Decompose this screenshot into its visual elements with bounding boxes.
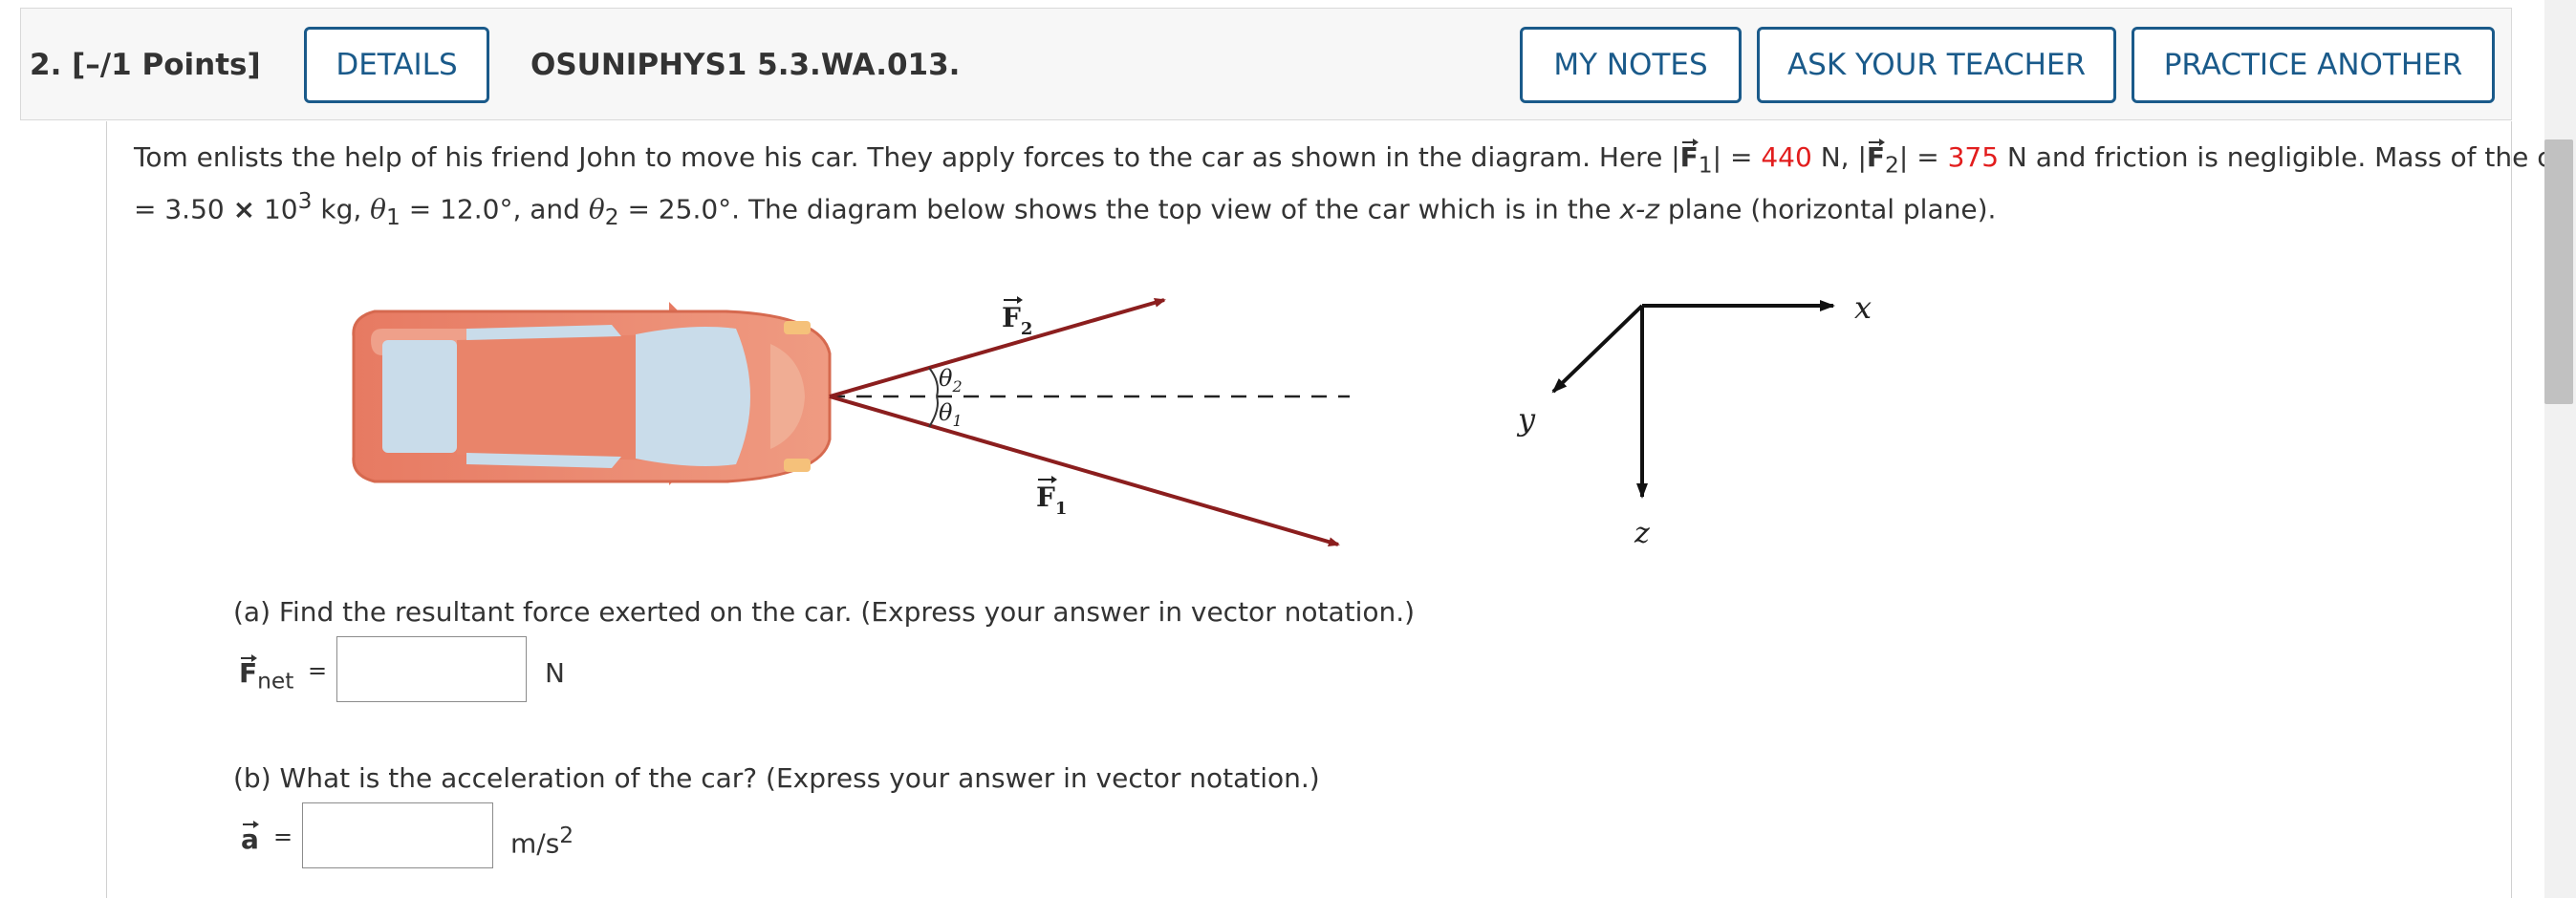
vertical-scrollbar[interactable]: [2544, 0, 2576, 898]
part-b-symbol: a: [241, 821, 259, 855]
coordinate-axes: x y z: [1516, 289, 1872, 550]
theta2-arc: [928, 367, 939, 397]
theta1-label: θ1: [939, 399, 963, 430]
theta2-label: θ2: [939, 365, 963, 396]
theta1-arc: [928, 396, 939, 428]
accel-unit-exponent: 2: [559, 822, 574, 848]
force-f2-arrow: [829, 297, 1166, 398]
y-axis-arrow: [1551, 304, 1644, 394]
force-f1-arrow: [829, 395, 1340, 547]
part-a-equals: =: [308, 657, 328, 684]
part-b-equals: =: [273, 823, 293, 850]
y-axis-label: y: [1516, 401, 1536, 438]
part-a-prompt: (a) Find the resultant force exerted on …: [233, 596, 1416, 628]
accel-vector-symbol: a: [241, 821, 259, 855]
car-illustration: [352, 302, 832, 485]
f2-label: F2: [1002, 302, 1032, 339]
acceleration-answer-input[interactable]: [302, 802, 493, 868]
x-axis-label: x: [1854, 289, 1872, 326]
fnet-subscript: net: [257, 667, 294, 695]
scrollbar-thumb[interactable]: [2544, 139, 2573, 404]
part-a-symbol: Fnet: [239, 654, 294, 695]
part-b-prompt: (b) What is the acceleration of the car?…: [233, 762, 1320, 794]
z-axis-label: z: [1634, 517, 1650, 550]
fnet-vector-symbol: F: [239, 654, 258, 689]
part-b-unit: m/s2: [510, 822, 574, 859]
accel-unit: m/s: [510, 827, 560, 860]
f1-label: F1: [1036, 481, 1067, 519]
part-a-unit: N: [545, 657, 565, 689]
fnet-answer-input[interactable]: [336, 636, 527, 702]
